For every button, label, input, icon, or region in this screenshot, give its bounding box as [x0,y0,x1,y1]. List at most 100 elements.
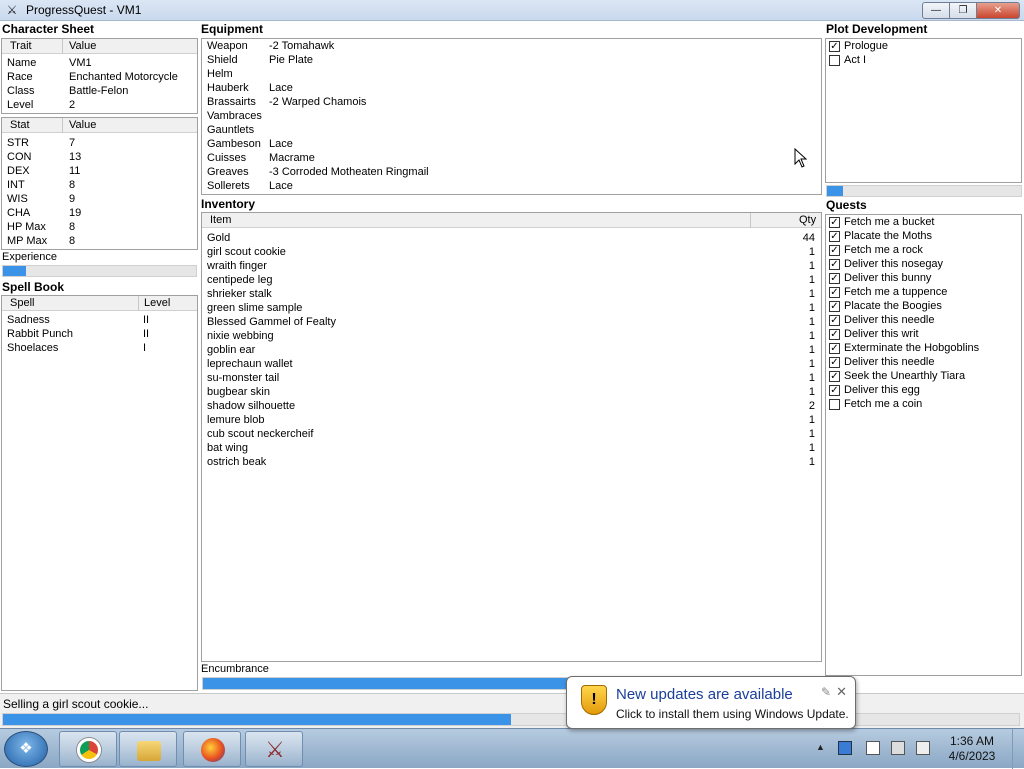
equipment-row[interactable]: Gambeson Lace [202,138,821,152]
taskbar-chrome[interactable] [59,731,117,767]
quest-item-checkbox[interactable]: ✓ [829,329,840,340]
window-title: ProgressQuest - VM1 [26,3,142,17]
spell-row[interactable]: Sadness II [2,314,197,328]
equipment-row[interactable]: Vambraces [202,110,821,124]
quest-item-checkbox[interactable]: ✓ [829,231,840,242]
equipment-row[interactable]: Greaves -3 Corroded Motheaten Ringmail [202,166,821,180]
equipment-row[interactable]: Gauntlets [202,124,821,138]
clock[interactable]: 1:36 AM 4/6/2023 [942,734,1002,764]
notification-close-button[interactable]: ✕ [836,684,847,700]
minimize-button[interactable]: — [922,2,950,19]
traits-list[interactable]: Trait Value Name VM1 Race Enchanted Motorcy… [1,38,198,114]
stat-column-header[interactable]: Stat [10,119,30,131]
trait-column-header[interactable]: Trait [10,40,32,52]
spell-row[interactable]: Rabbit Punch II [2,328,197,342]
taskbar-explorer[interactable] [119,731,177,767]
plot-item-checkbox[interactable]: ✓ [829,41,840,52]
trait-row[interactable]: Name VM1 [2,57,197,71]
equipment-row-key: Vambraces [207,110,262,122]
action-center-icon[interactable] [866,741,880,755]
stat-row[interactable]: STR 7 [2,137,197,151]
equipment-row[interactable]: Shield Pie Plate [202,54,821,68]
equipment-list[interactable]: Weapon -2 Tomahawk Shield Pie Plate Helm Haub… [201,38,822,195]
update-notification[interactable]: ! New updates are available Click to ins… [566,676,856,729]
quest-item-checkbox[interactable]: ✓ [829,315,840,326]
quest-item-checkbox[interactable]: ✓ [829,357,840,368]
equipment-row[interactable]: Brassairts -2 Warped Chamois [202,96,821,110]
inventory-row[interactable]: wraith finger 1 [202,260,821,274]
inventory-list[interactable]: Item Qty Gold 44 girl scout cookie 1 wraith … [201,212,822,662]
network-icon[interactable] [891,741,905,755]
taskbar-progressquest[interactable]: ⚔ [245,731,303,767]
quest-item-checkbox[interactable]: ✓ [829,301,840,312]
quest-item-label: Fetch me a tuppence [844,286,948,298]
quest-list[interactable]: ✓ Fetch me a bucket ✓ Placate the Moths ✓ Fet… [825,214,1022,676]
inventory-row[interactable]: nixie webbing 1 [202,330,821,344]
quest-item-checkbox[interactable]: ✓ [829,385,840,396]
stat-value-column-header[interactable]: Value [69,119,96,131]
equipment-row[interactable]: Weapon -2 Tomahawk [202,40,821,54]
quest-item-checkbox[interactable]: ✓ [829,259,840,270]
close-button[interactable]: ✕ [976,2,1020,19]
stat-row[interactable]: CON 13 [2,151,197,165]
windows-update-tray-icon[interactable] [838,741,852,755]
stat-row[interactable]: WIS 9 [2,193,197,207]
inventory-row[interactable]: ostrich beak 1 [202,456,821,470]
equipment-row[interactable]: Sollerets Lace [202,180,821,194]
inventory-row[interactable]: shadow silhouette 2 [202,400,821,414]
inventory-row[interactable]: su-monster tail 1 [202,372,821,386]
plot-list[interactable]: ✓ Prologue Act I [825,38,1022,183]
quest-item-checkbox[interactable]: ✓ [829,245,840,256]
inventory-row[interactable]: bat wing 1 [202,442,821,456]
level-column-header[interactable]: Level [144,297,170,309]
stat-row[interactable]: CHA 19 [2,207,197,221]
equipment-row-key: Gambeson [207,138,261,150]
inventory-row[interactable]: shrieker stalk 1 [202,288,821,302]
equipment-row[interactable]: Helm [202,68,821,82]
stat-row[interactable]: MP Max 8 [2,235,197,249]
equipment-row-key: Brassairts [207,96,256,108]
quest-item-checkbox[interactable]: ✓ [829,343,840,354]
title-bar[interactable]: ⚔ ProgressQuest - VM1 — ❐ ✕ [0,0,1024,21]
maximize-button[interactable]: ❐ [949,2,977,19]
trait-row[interactable]: Level 2 [2,99,197,113]
inventory-row[interactable]: goblin ear 1 [202,344,821,358]
plot-item-checkbox[interactable] [829,55,840,66]
stat-row-value: 9 [69,193,76,205]
item-column-header[interactable]: Item [210,214,231,226]
inventory-row[interactable]: green slime sample 1 [202,302,821,316]
volume-icon[interactable] [916,741,930,755]
inventory-row[interactable]: Blessed Gammel of Fealty 1 [202,316,821,330]
stats-list[interactable]: Stat Value STR 7 CON 13 DEX 11 INT 8 WIS 9 CHA 19 HP… [1,117,198,250]
inventory-row[interactable]: bugbear skin 1 [202,386,821,400]
trait-row[interactable]: Race Enchanted Motorcycle [2,71,197,85]
stat-row[interactable]: HP Max 8 [2,221,197,235]
inventory-row[interactable]: girl scout cookie 1 [202,246,821,260]
inventory-row-value: 1 [808,428,815,440]
quest-item-checkbox[interactable]: ✓ [829,273,840,284]
equipment-row[interactable]: Hauberk Lace [202,82,821,96]
quest-item-checkbox[interactable]: ✓ [829,217,840,228]
inventory-row[interactable]: Gold 44 [202,232,821,246]
quest-item-checkbox[interactable] [829,399,840,410]
inventory-row[interactable]: centipede leg 1 [202,274,821,288]
quest-item-checkbox[interactable]: ✓ [829,371,840,382]
stat-row[interactable]: INT 8 [2,179,197,193]
value-column-header[interactable]: Value [69,40,96,52]
inventory-row[interactable]: leprechaun wallet 1 [202,358,821,372]
quest-item-checkbox[interactable]: ✓ [829,287,840,298]
stat-row[interactable]: DEX 11 [2,165,197,179]
equipment-row[interactable]: Cuisses Macrame [202,152,821,166]
inventory-row[interactable]: lemure blob 1 [202,414,821,428]
inventory-row[interactable]: cub scout neckercheif 1 [202,428,821,442]
qty-column-header[interactable]: Qty [799,214,816,226]
show-desktop-button[interactable] [1012,729,1024,769]
spell-column-header[interactable]: Spell [10,297,34,309]
spell-list[interactable]: Spell Level Sadness II Rabbit Punch II Shoel… [1,295,198,691]
taskbar-firefox[interactable] [183,731,241,767]
start-button[interactable]: ❖ [4,731,48,767]
settings-wrench-icon[interactable]: ✎ [821,685,831,699]
spell-row[interactable]: Shoelaces I [2,342,197,356]
trait-row[interactable]: Class Battle-Felon [2,85,197,99]
show-hidden-icons-icon[interactable]: ▲ [816,742,825,752]
